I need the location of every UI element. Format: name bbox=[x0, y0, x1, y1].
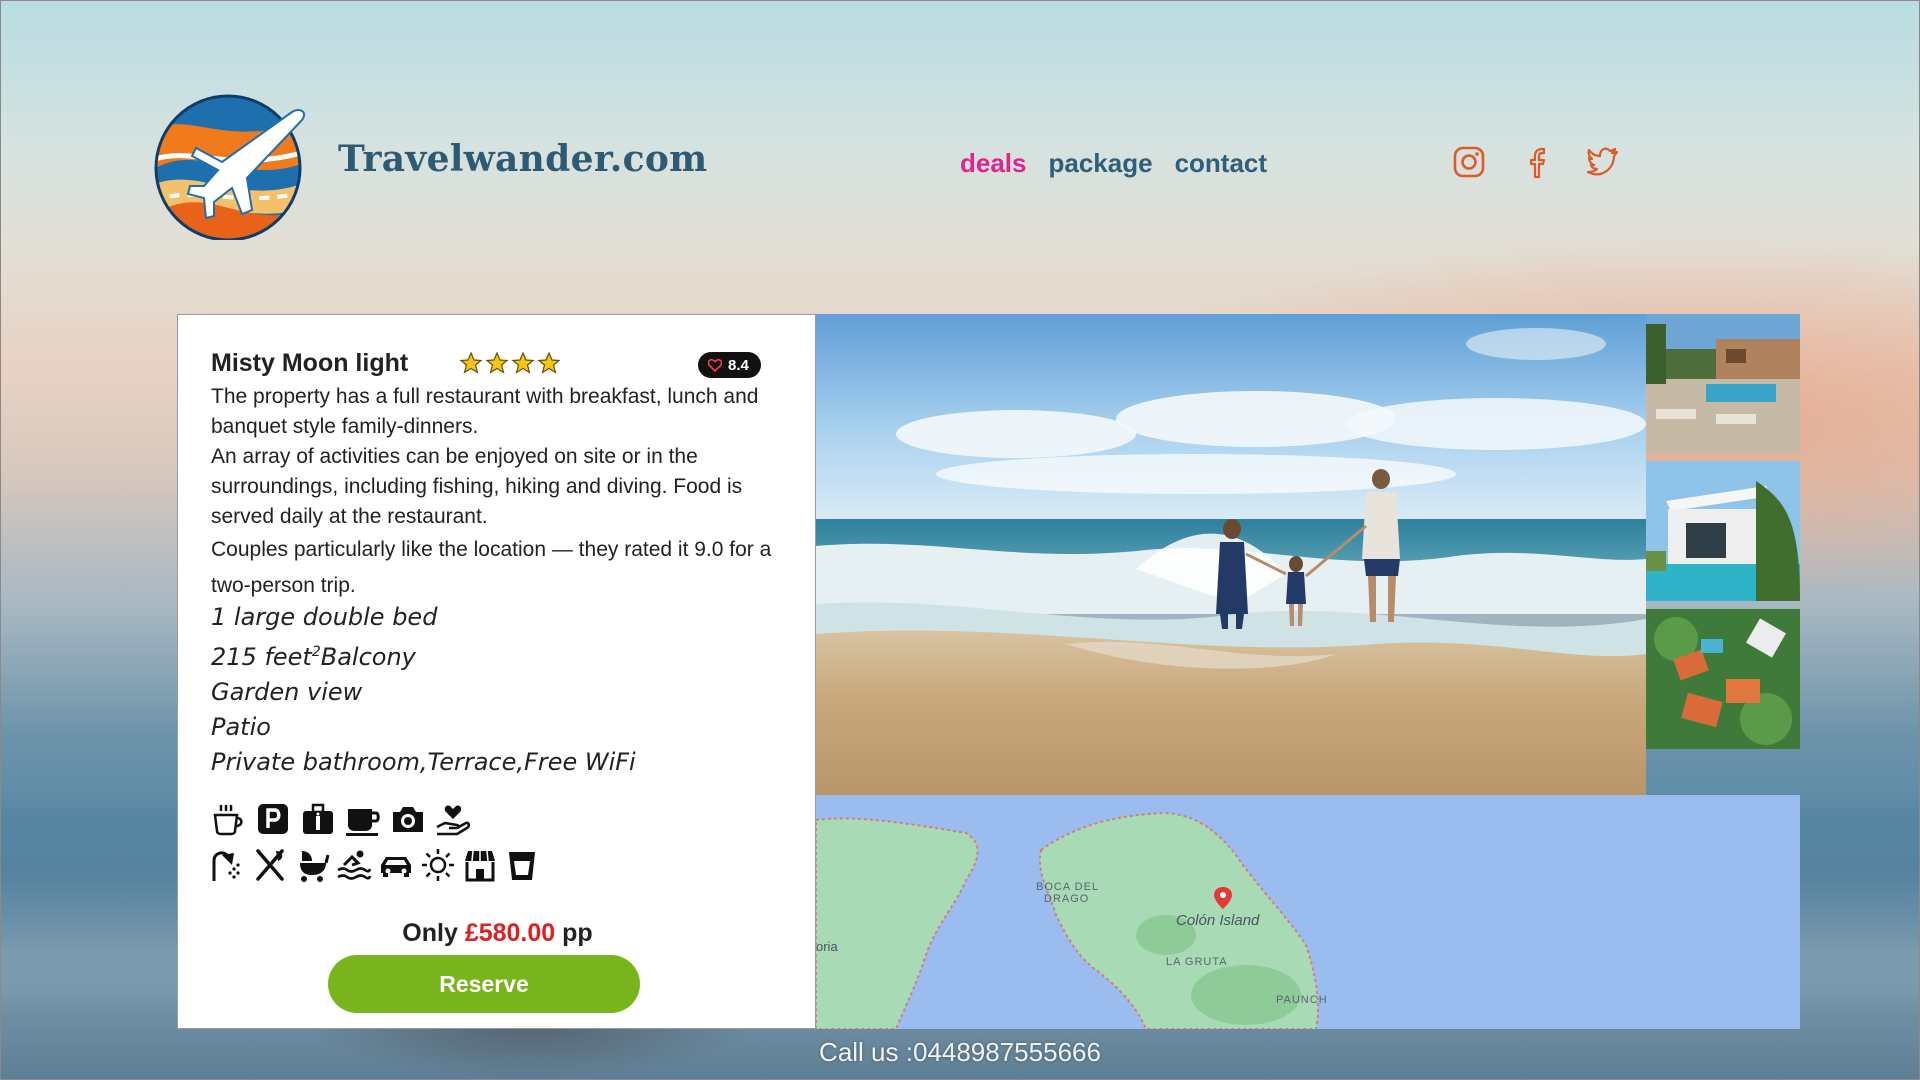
feature-view: Garden view bbox=[211, 678, 363, 706]
main-nav: deals package contact bbox=[960, 148, 1267, 179]
shop-icon bbox=[465, 850, 495, 882]
thumbnail-aerial[interactable] bbox=[1646, 609, 1800, 749]
heart-icon bbox=[708, 358, 722, 372]
map-label: PAUNCH bbox=[1276, 994, 1328, 1006]
nav-deals[interactable]: deals bbox=[960, 148, 1027, 179]
drink-icon bbox=[509, 852, 535, 880]
globe-plane-logo[interactable] bbox=[152, 90, 308, 240]
map-label: Colón Island bbox=[1176, 912, 1260, 929]
call-us-text[interactable]: Call us :0448987555666 bbox=[0, 1037, 1920, 1068]
tea-icon bbox=[213, 805, 243, 836]
twitter-icon[interactable] bbox=[1586, 145, 1620, 179]
star-rating bbox=[459, 351, 561, 375]
location-map[interactable]: BOCA DEL DRAGO Colón Island LA GRUTA PAU… bbox=[816, 795, 1800, 1029]
hand-heart-icon bbox=[436, 805, 471, 836]
stroller-icon bbox=[300, 851, 330, 882]
shower-icon bbox=[212, 851, 240, 881]
facebook-icon[interactable] bbox=[1522, 145, 1556, 179]
map-label: oria bbox=[816, 939, 838, 954]
feature-bed: 1 large double bed bbox=[211, 603, 438, 631]
rating-badge: 8.4 bbox=[698, 352, 761, 378]
site-title[interactable]: Travelwander.com bbox=[338, 138, 708, 180]
price-amount: £580.00 bbox=[464, 919, 556, 947]
rating-value: 8.4 bbox=[728, 356, 749, 374]
thumbnail-villa[interactable] bbox=[1646, 461, 1800, 601]
hotel-card: Misty Moon light 8.4 The property has a … bbox=[177, 314, 816, 1029]
description-line: An array of activities can be enjoyed on… bbox=[211, 445, 743, 528]
nav-contact[interactable]: contact bbox=[1175, 148, 1267, 179]
map-label: BOCA DEL bbox=[1036, 881, 1099, 893]
hotel-name[interactable]: Misty Moon light bbox=[211, 349, 408, 378]
map-label: LA GRUTA bbox=[1166, 956, 1228, 968]
description-line: The property has a full restaurant with … bbox=[211, 385, 759, 438]
thumbnail-pool[interactable] bbox=[1646, 314, 1800, 453]
coffee-cup-icon bbox=[346, 809, 380, 836]
camera-icon bbox=[393, 807, 423, 832]
room-features: 1 large double bed 215 feet2Balcony Gard… bbox=[211, 600, 636, 780]
star-icon bbox=[459, 351, 483, 374]
star-icon bbox=[485, 351, 509, 374]
nav-package[interactable]: package bbox=[1049, 148, 1153, 179]
car-icon bbox=[381, 857, 411, 877]
price: Only £580.00 pp bbox=[402, 919, 593, 947]
restaurant-icon bbox=[256, 849, 284, 881]
sun-icon bbox=[422, 849, 454, 881]
luggage-icon bbox=[303, 803, 333, 834]
beach-photo[interactable] bbox=[816, 314, 1646, 795]
pool-icon bbox=[337, 850, 372, 880]
star-icon bbox=[511, 351, 535, 374]
star-icon bbox=[537, 351, 561, 374]
reserve-button[interactable]: Reserve bbox=[328, 955, 640, 1013]
description-line: Couples particularly like the location —… bbox=[211, 538, 772, 597]
feature-patio: Patio bbox=[211, 713, 271, 741]
instagram-icon[interactable] bbox=[1452, 145, 1486, 179]
amenities bbox=[210, 801, 570, 893]
hotel-description: The property has a full restaurant with … bbox=[211, 382, 791, 604]
feature-extras: Private bathroom,Terrace,Free WiFi bbox=[211, 748, 636, 776]
feature-area: 215 feet2Balcony bbox=[211, 643, 416, 671]
parking-icon bbox=[258, 804, 288, 834]
map-label: DRAGO bbox=[1044, 893, 1089, 905]
